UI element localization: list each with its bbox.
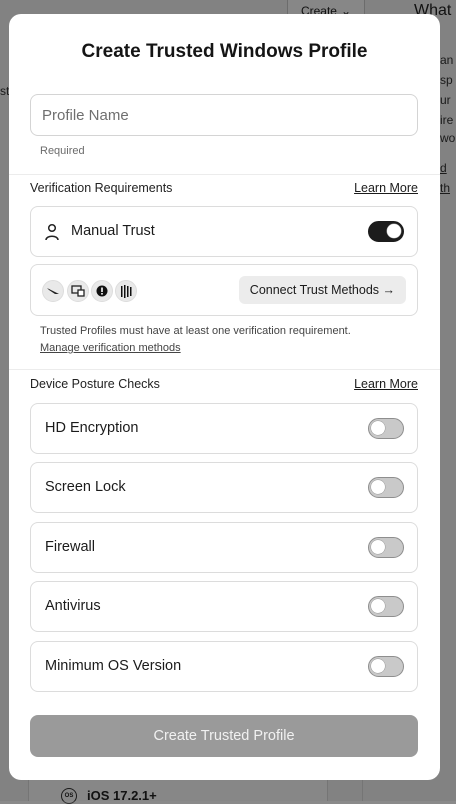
posture-check-label: Screen Lock xyxy=(45,479,126,495)
toggle-knob xyxy=(387,224,401,238)
posture-check-label: Antivirus xyxy=(45,598,101,614)
barcode-icon xyxy=(115,280,137,302)
posture-check-antivirus: Antivirus xyxy=(30,581,418,632)
posture-check-label: Firewall xyxy=(45,539,95,555)
posture-check-label: HD Encryption xyxy=(45,420,139,436)
manage-verification-link[interactable]: Manage verification methods xyxy=(40,342,181,354)
intune-icon xyxy=(67,280,89,302)
create-trusted-profile-button[interactable]: Create Trusted Profile xyxy=(30,715,418,757)
posture-check-label: Minimum OS Version xyxy=(45,658,182,674)
screen-lock-toggle[interactable] xyxy=(368,477,404,498)
posture-check-minimum-os-version: Minimum OS Version xyxy=(30,641,418,692)
posture-check-screen-lock: Screen Lock xyxy=(30,462,418,513)
verification-note: Trusted Profiles must have at least one … xyxy=(40,323,351,357)
manual-trust-card: Manual Trust xyxy=(30,206,418,257)
verification-heading: Verification Requirements xyxy=(30,181,173,195)
posture-learn-more-link[interactable]: Learn More xyxy=(354,377,418,391)
crowdstrike-icon xyxy=(42,280,64,302)
verification-learn-more-link[interactable]: Learn More xyxy=(354,181,418,195)
verification-note-text: Trusted Profiles must have at least one … xyxy=(40,325,351,337)
minimum-os-version-toggle[interactable] xyxy=(368,656,404,677)
info-shield-icon xyxy=(91,280,113,302)
antivirus-toggle[interactable] xyxy=(368,596,404,617)
profile-name-input[interactable] xyxy=(30,94,418,136)
toggle-knob xyxy=(371,540,385,554)
divider xyxy=(9,369,440,370)
modal-title: Create Trusted Windows Profile xyxy=(81,41,368,62)
posture-heading: Device Posture Checks xyxy=(30,377,160,391)
profile-name-hint: Required xyxy=(40,145,85,157)
firewall-toggle[interactable] xyxy=(368,537,404,558)
user-icon xyxy=(45,223,59,241)
posture-check-hd-encryption: HD Encryption xyxy=(30,403,418,454)
create-profile-modal: Create Trusted Windows Profile Required … xyxy=(9,14,440,780)
manual-trust-toggle[interactable] xyxy=(368,221,404,242)
posture-check-firewall: Firewall xyxy=(30,522,418,573)
connect-trust-methods-button[interactable]: Connect Trust Methods → xyxy=(238,276,406,304)
toggle-knob xyxy=(371,659,385,673)
toggle-knob xyxy=(371,599,385,613)
trust-methods-card: Connect Trust Methods → xyxy=(30,264,418,316)
divider xyxy=(9,174,440,175)
manual-trust-label: Manual Trust xyxy=(71,223,155,239)
toggle-knob xyxy=(371,421,385,435)
toggle-knob xyxy=(371,480,385,494)
hd-encryption-toggle[interactable] xyxy=(368,418,404,439)
